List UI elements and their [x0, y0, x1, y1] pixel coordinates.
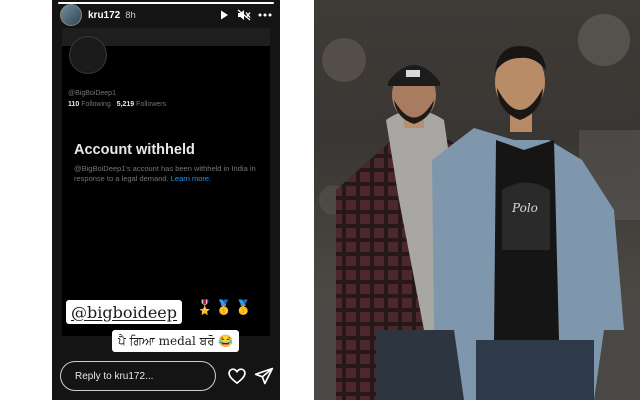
reply-input[interactable]: Reply to kru172... [60, 361, 216, 391]
profile-screenshot-card: @BigBoiDeep1 110 Following 5,219 Followe… [62, 28, 270, 336]
withheld-message: @BigBoiDeep1's account has been withheld… [74, 164, 259, 184]
mute-icon[interactable] [237, 9, 251, 21]
like-button[interactable] [227, 366, 247, 386]
photo-two-men: Polo [314, 0, 640, 400]
story-time: 8h [125, 9, 136, 21]
withheld-body-text: @BigBoiDeep1's account has been withheld… [74, 164, 256, 183]
mention-text: @bigboideep [71, 302, 178, 322]
followers-label: Followers [136, 101, 167, 108]
profile-handle: @BigBoiDeep1 [68, 90, 116, 97]
story-username[interactable]: kru172 [88, 10, 120, 21]
more-icon[interactable] [258, 13, 272, 17]
heart-icon [227, 368, 247, 390]
medal-emojis: 🎖️🥇🥇 [196, 299, 255, 315]
mention-sticker[interactable]: @bigboideep [66, 300, 183, 324]
svg-text:Polo: Polo [511, 201, 538, 215]
withheld-title: Account withheld [74, 142, 195, 158]
send-button[interactable] [254, 366, 274, 386]
story-header: kru172 8h [60, 4, 272, 26]
follow-stats: 110 Following 5,219 Followers [68, 101, 166, 108]
play-icon[interactable] [218, 9, 230, 21]
story-viewer: kru172 8h @BigBoiDeep1 110 Following 5,2… [52, 0, 280, 400]
man-right: Polo [432, 46, 624, 400]
following-count: 110 [68, 101, 80, 108]
following-label: Following [81, 101, 111, 108]
learn-more-link: Learn more. [170, 174, 212, 183]
story-header-controls [218, 9, 272, 21]
profile-picture [69, 36, 107, 74]
send-icon [254, 367, 274, 390]
story-caption: ਪੈ ਗਿਆ medal ਬਰੋ 😂 [112, 330, 240, 352]
followers-count: 5,219 [116, 101, 135, 108]
avatar[interactable] [60, 4, 82, 26]
